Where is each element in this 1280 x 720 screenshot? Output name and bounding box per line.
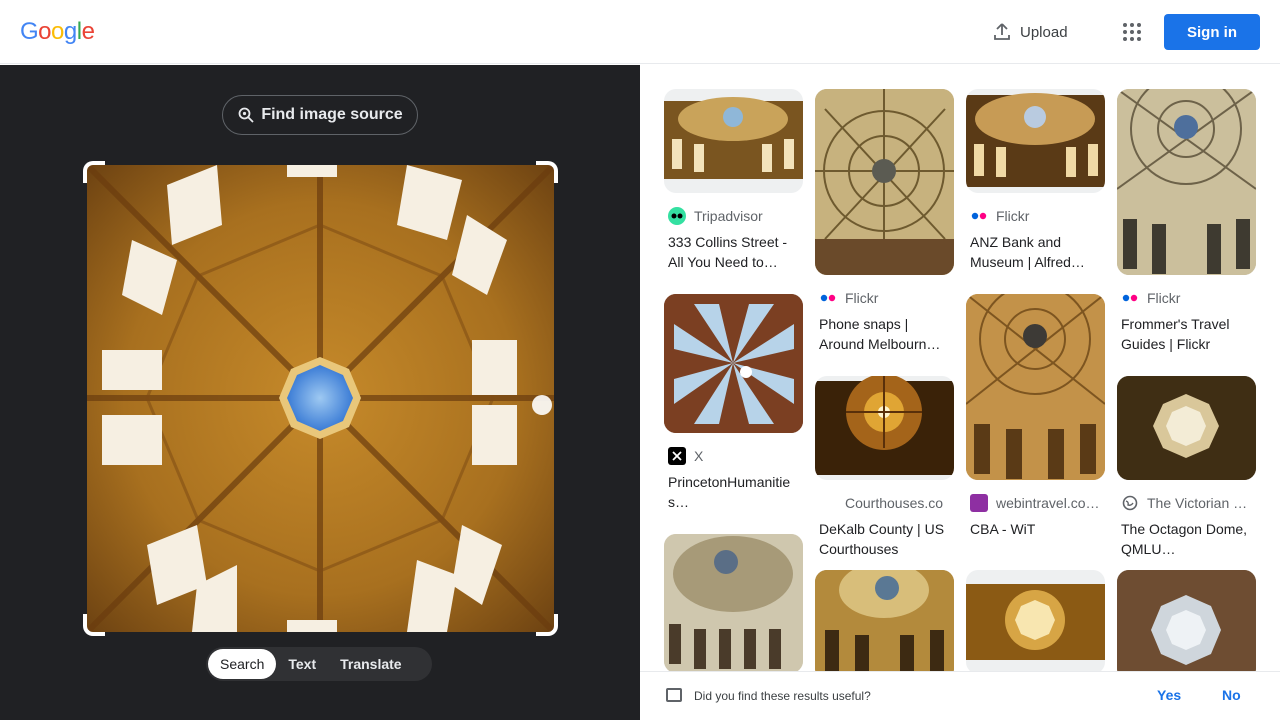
logo-letter: e (81, 18, 95, 45)
upload-label: Upload (1020, 23, 1068, 41)
result-card[interactable]: X PrincetonHumanities… (664, 294, 803, 512)
x-icon (668, 447, 686, 465)
result-card[interactable]: Flickr ANZ Bank and Museum | Alfred… (966, 89, 1105, 272)
result-source: Tripadvisor (664, 206, 803, 226)
flickr-icon (1121, 289, 1139, 307)
result-thumbnail (1117, 376, 1256, 480)
results-column-3: Flickr ANZ Bank and Museum | Alfred… web… (966, 89, 1105, 671)
globe-icon (1121, 494, 1139, 512)
result-card[interactable] (664, 534, 803, 671)
results-column-1: Tripadvisor 333 Collins Street - All You… (664, 89, 803, 671)
result-thumbnail (1117, 570, 1256, 671)
result-thumbnail (664, 534, 803, 671)
sign-in-button[interactable]: Sign in (1164, 14, 1260, 50)
result-thumbnail (664, 294, 803, 433)
result-source: Flickr (966, 206, 1105, 226)
upload-button[interactable]: Upload (992, 20, 1068, 44)
result-card[interactable]: webintravel.co… CBA - WiT (966, 294, 1105, 559)
upload-icon (994, 23, 1010, 40)
find-image-source-button[interactable]: Find image source (222, 95, 418, 135)
apps-grid-icon[interactable] (1120, 20, 1144, 44)
crop-selection[interactable] (83, 161, 558, 636)
logo-letter: o (51, 18, 64, 45)
result-card[interactable] (1117, 570, 1256, 671)
results-column-2: Flickr Phone snaps | Around Melbourn… Co… (815, 89, 954, 671)
find-image-source-label: Find image source (261, 106, 403, 123)
result-thumbnail (664, 89, 803, 193)
result-source: Courthouses.co (815, 493, 954, 513)
result-card[interactable]: The Victorian … The Octagon Dome, QMLU… (1117, 376, 1256, 559)
result-card[interactable] (966, 570, 1105, 671)
result-source-name: Flickr (996, 208, 1030, 224)
webintravel-icon (970, 494, 988, 512)
google-logo[interactable]: Google (20, 18, 95, 46)
feedback-icon (666, 688, 682, 702)
result-thumbnail (966, 570, 1105, 671)
result-thumbnail (815, 570, 954, 671)
visual-matches-grid: Tripadvisor 333 Collins Street - All You… (640, 65, 1280, 671)
crop-handle-bottom-left[interactable] (83, 614, 105, 636)
result-thumbnail (1117, 89, 1256, 275)
logo-letter: o (38, 18, 52, 45)
flickr-icon (970, 207, 988, 225)
feedback-bar: Did you find these results useful? Yes N… (640, 671, 1280, 720)
result-thumbnail (966, 294, 1105, 480)
result-title: 333 Collins Street - All You Need to… (668, 234, 788, 270)
result-title: DeKalb County | US Courthouses (819, 521, 945, 557)
result-title: PrincetonHumanities… (668, 474, 791, 510)
crop-handle-bottom-right[interactable] (536, 614, 558, 636)
result-card[interactable]: Courthouses.co DeKalb County | US Courth… (815, 376, 954, 559)
result-title: Frommer's Travel Guides | Flickr (1121, 316, 1230, 352)
result-source-name: X (694, 448, 704, 464)
result-source: X (664, 446, 803, 466)
result-source: The Victorian … (1117, 493, 1256, 513)
result-title: The Octagon Dome, QMLU… (1121, 521, 1248, 557)
results-column-4: Flickr Frommer's Travel Guides | Flickr … (1117, 89, 1256, 671)
result-card[interactable]: Tripadvisor 333 Collins Street - All You… (664, 89, 803, 272)
lens-mode-switcher: Search Text Translate (206, 647, 432, 681)
result-source-name: Tripadvisor (694, 208, 763, 224)
result-source: webintravel.co… (966, 493, 1105, 513)
tab-translate[interactable]: Translate (328, 649, 413, 679)
flickr-icon (819, 289, 837, 307)
result-source: Flickr (1117, 288, 1256, 308)
crop-handle-top-left[interactable] (83, 161, 105, 183)
lens-image-panel: Find image source Search Text Translate (0, 65, 640, 720)
result-title: ANZ Bank and Museum | Alfred… (970, 234, 1085, 270)
result-card[interactable] (815, 570, 954, 671)
feedback-no-button[interactable]: No (1222, 687, 1241, 703)
top-header: Google Upload Sign in (0, 0, 1280, 64)
result-thumbnail (815, 376, 954, 480)
result-source-name: Flickr (1147, 290, 1181, 306)
result-thumbnail (815, 89, 954, 275)
logo-letter: g (63, 18, 77, 45)
result-source: Flickr (815, 288, 954, 308)
query-image (87, 165, 554, 632)
result-title: Phone snaps | Around Melbourn… (819, 316, 941, 352)
lens-search-icon (238, 107, 254, 123)
feedback-yes-button[interactable]: Yes (1157, 687, 1181, 703)
courthouses-icon (819, 494, 837, 512)
feedback-question: Did you find these results useful? (694, 689, 871, 703)
result-source-name: Courthouses.co (845, 495, 944, 511)
result-card[interactable]: Flickr Phone snaps | Around Melbourn… (815, 89, 954, 354)
result-source-name: webintravel.co… (996, 495, 1100, 511)
crop-handle-top-right[interactable] (536, 161, 558, 183)
result-title: CBA - WiT (970, 521, 1036, 537)
result-thumbnail (966, 89, 1105, 193)
result-card[interactable]: Flickr Frommer's Travel Guides | Flickr (1117, 89, 1256, 354)
result-source-name: Flickr (845, 290, 879, 306)
tripadvisor-icon (668, 207, 686, 225)
tab-text[interactable]: Text (276, 649, 328, 679)
tab-search[interactable]: Search (208, 649, 277, 679)
logo-letter: G (20, 18, 39, 45)
result-source-name: The Victorian … (1147, 495, 1248, 511)
